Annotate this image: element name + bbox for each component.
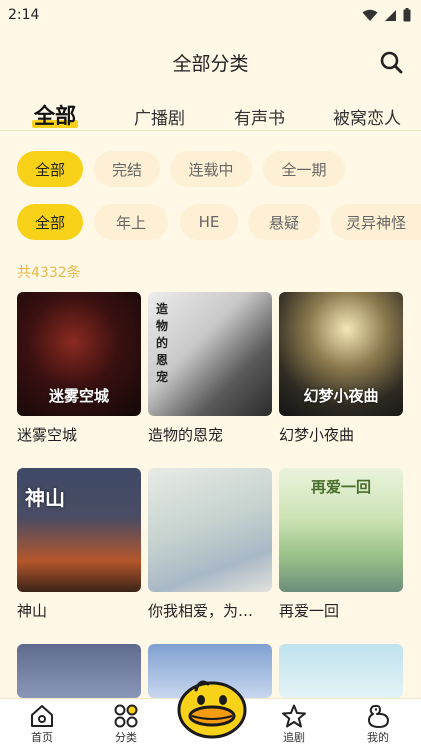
tabs-divider [0, 130, 421, 131]
cover-image [279, 644, 403, 698]
duck-profile-icon [368, 704, 389, 728]
battery-icon [403, 8, 411, 22]
signal-icon [385, 9, 396, 21]
filter-genre-all[interactable]: 全部 [17, 204, 83, 240]
search-icon[interactable] [379, 50, 403, 74]
cover-image: 再爱一回 [279, 468, 403, 592]
nav-label: 首页 [31, 731, 53, 744]
drama-card[interactable]: 你我相爱，为… [148, 468, 272, 621]
page-title: 全部分类 [172, 52, 249, 75]
status-time: 2:14 [8, 7, 40, 23]
drama-card[interactable]: 幻梦小夜曲 幻梦小夜曲 [279, 292, 403, 445]
filter-status-single[interactable]: 全一期 [263, 151, 345, 187]
cover-image [17, 644, 141, 698]
cover-title: 再爱一回 [310, 478, 371, 496]
filter-genre-suspense[interactable]: 悬疑 [248, 204, 320, 240]
duck-play-button[interactable] [176, 676, 248, 740]
drama-card[interactable] [279, 644, 403, 698]
status-filter-row: 全部 完结 连载中 全一期 [0, 151, 421, 187]
page-header: 全部分类 [0, 40, 421, 84]
card-title: 神山 [17, 602, 48, 620]
drama-card[interactable]: 造物的恩宠 造物的恩宠 [148, 292, 272, 445]
home-icon [31, 705, 53, 727]
star-icon [282, 704, 306, 728]
nav-follow[interactable]: 追剧 [269, 703, 319, 745]
cover-title: 神山 [25, 486, 65, 510]
tab-audiobook[interactable]: 有声书 [234, 104, 285, 129]
tab-all[interactable]: 全部 [32, 100, 78, 130]
result-count: 共4332条 [17, 265, 81, 281]
tab-label: 广播剧 [134, 109, 185, 129]
tab-label: 全部 [34, 104, 76, 128]
nav-label: 分类 [115, 731, 137, 744]
category-icon [114, 704, 138, 728]
genre-filter-row: 全部 年上 HE 悬疑 灵异神怪 [0, 204, 421, 240]
category-tabs: 全部 广播剧 有声书 被窝恋人 [0, 98, 421, 132]
nav-category[interactable]: 分类 [101, 703, 151, 745]
tab-label: 被窝恋人 [333, 109, 401, 129]
nav-profile[interactable]: 我的 [353, 703, 403, 745]
cover-image: 幻梦小夜曲 [279, 292, 403, 416]
wifi-icon [362, 9, 378, 21]
nav-label: 追剧 [283, 731, 305, 744]
status-icons [362, 8, 411, 22]
tab-radio-drama[interactable]: 广播剧 [134, 104, 185, 129]
drama-card[interactable]: 再爱一回 再爱一回 [279, 468, 403, 621]
nav-label: 我的 [367, 731, 389, 744]
cover-title: 迷雾空城 [48, 387, 109, 405]
drama-card[interactable] [17, 644, 141, 698]
tab-label: 有声书 [234, 109, 285, 129]
nav-home[interactable]: 首页 [17, 703, 67, 745]
cover-image: 迷雾空城 [17, 292, 141, 416]
drama-card[interactable]: 迷雾空城 迷雾空城 [17, 292, 141, 445]
card-title: 迷雾空城 [17, 426, 78, 444]
filter-genre-supernatural[interactable]: 灵异神怪 [331, 204, 421, 240]
card-title: 再爱一回 [279, 602, 340, 620]
cover-title: 幻梦小夜曲 [303, 387, 379, 405]
cover-image: 神山 [17, 468, 141, 592]
status-bar: 2:14 [0, 0, 421, 30]
filter-genre-older[interactable]: 年上 [94, 204, 168, 240]
filter-status-all[interactable]: 全部 [17, 151, 83, 187]
cover-image: 造物的恩宠 [148, 292, 272, 416]
cover-title: 造物的恩宠 [156, 302, 169, 384]
card-title: 造物的恩宠 [148, 426, 224, 444]
drama-card[interactable]: 神山 神山 [17, 468, 141, 621]
filter-status-ongoing[interactable]: 连载中 [170, 151, 252, 187]
filter-status-finished[interactable]: 完结 [94, 151, 160, 187]
card-title: 你我相爱，为… [148, 602, 254, 620]
filter-genre-he[interactable]: HE [180, 204, 238, 240]
tab-lover[interactable]: 被窝恋人 [333, 104, 401, 129]
cover-image [148, 468, 272, 592]
card-title: 幻梦小夜曲 [279, 426, 355, 444]
